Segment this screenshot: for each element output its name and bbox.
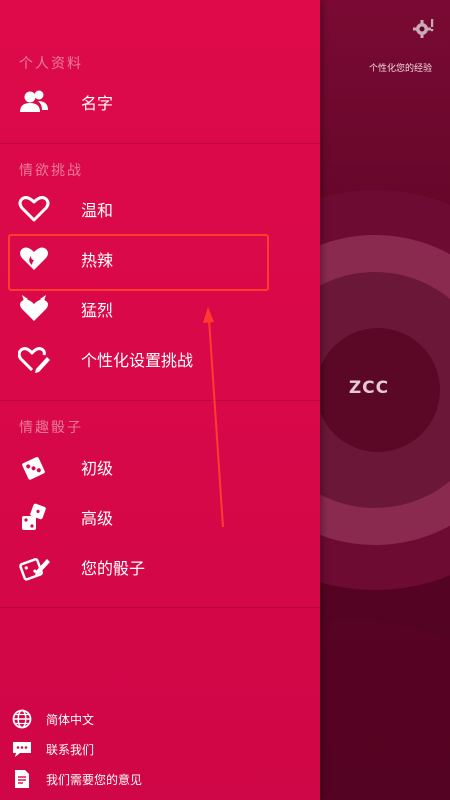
dice-icon [22, 457, 45, 480]
menu-item-label: 您的骰子 [81, 559, 146, 578]
dice-section-title: 情趣骰子 [19, 420, 83, 436]
menu-item-label: 名字 [81, 94, 114, 113]
menu-item-advanced[interactable]: 高级 [0, 491, 320, 541]
menu-item-label: 个性化设置挑战 [81, 351, 194, 370]
navigation-drawer: 个人资料 名字 情欲挑战 温和 热辣 猛烈 个性化设置挑战 情趣骰子 初级 高级… [0, 0, 320, 800]
dice-stack-icon [22, 503, 46, 530]
avatar[interactable]: ZCC [330, 378, 408, 398]
menu-item-label: 高级 [81, 509, 114, 528]
highlight-annotation-box [8, 234, 269, 291]
menu-item-mild[interactable]: 温和 [0, 183, 320, 233]
divider [0, 143, 320, 144]
language-label: 简体中文 [46, 713, 95, 727]
challenges-section-title: 情欲挑战 [19, 163, 83, 179]
feedback-label: 我们需要您的意见 [46, 773, 143, 787]
menu-item-name[interactable]: 名字 [0, 76, 320, 126]
globe-icon [12, 709, 32, 729]
language-item[interactable]: 简体中文 [0, 706, 320, 734]
menu-item-label: 猛烈 [81, 301, 114, 320]
arrow-annotation-icon [203, 307, 224, 528]
divider [0, 607, 320, 608]
heart-outline-icon [18, 196, 50, 222]
menu-item-beginner[interactable]: 初级 [0, 441, 320, 491]
settings-gear-icon[interactable] [412, 16, 436, 40]
feedback-icon [15, 770, 29, 788]
personalize-hint: 个性化您的经验 [368, 64, 432, 74]
menu-item-your-dice[interactable]: 您的骰子 [0, 541, 320, 591]
heart-edit-icon [18, 347, 50, 373]
contact-item[interactable]: 联系我们 [0, 736, 320, 764]
heart-devil-icon [20, 295, 48, 321]
users-icon [20, 90, 48, 112]
chat-icon [13, 742, 31, 757]
profile-section-title: 个人资料 [19, 56, 83, 72]
menu-item-custom-challenge[interactable]: 个性化设置挑战 [0, 333, 320, 383]
dice-edit-icon [19, 558, 50, 581]
menu-item-label: 初级 [81, 459, 114, 478]
contact-label: 联系我们 [46, 743, 95, 757]
menu-item-label: 温和 [81, 201, 114, 220]
divider [0, 400, 320, 401]
feedback-item[interactable]: 我们需要您的意见 [0, 766, 320, 794]
